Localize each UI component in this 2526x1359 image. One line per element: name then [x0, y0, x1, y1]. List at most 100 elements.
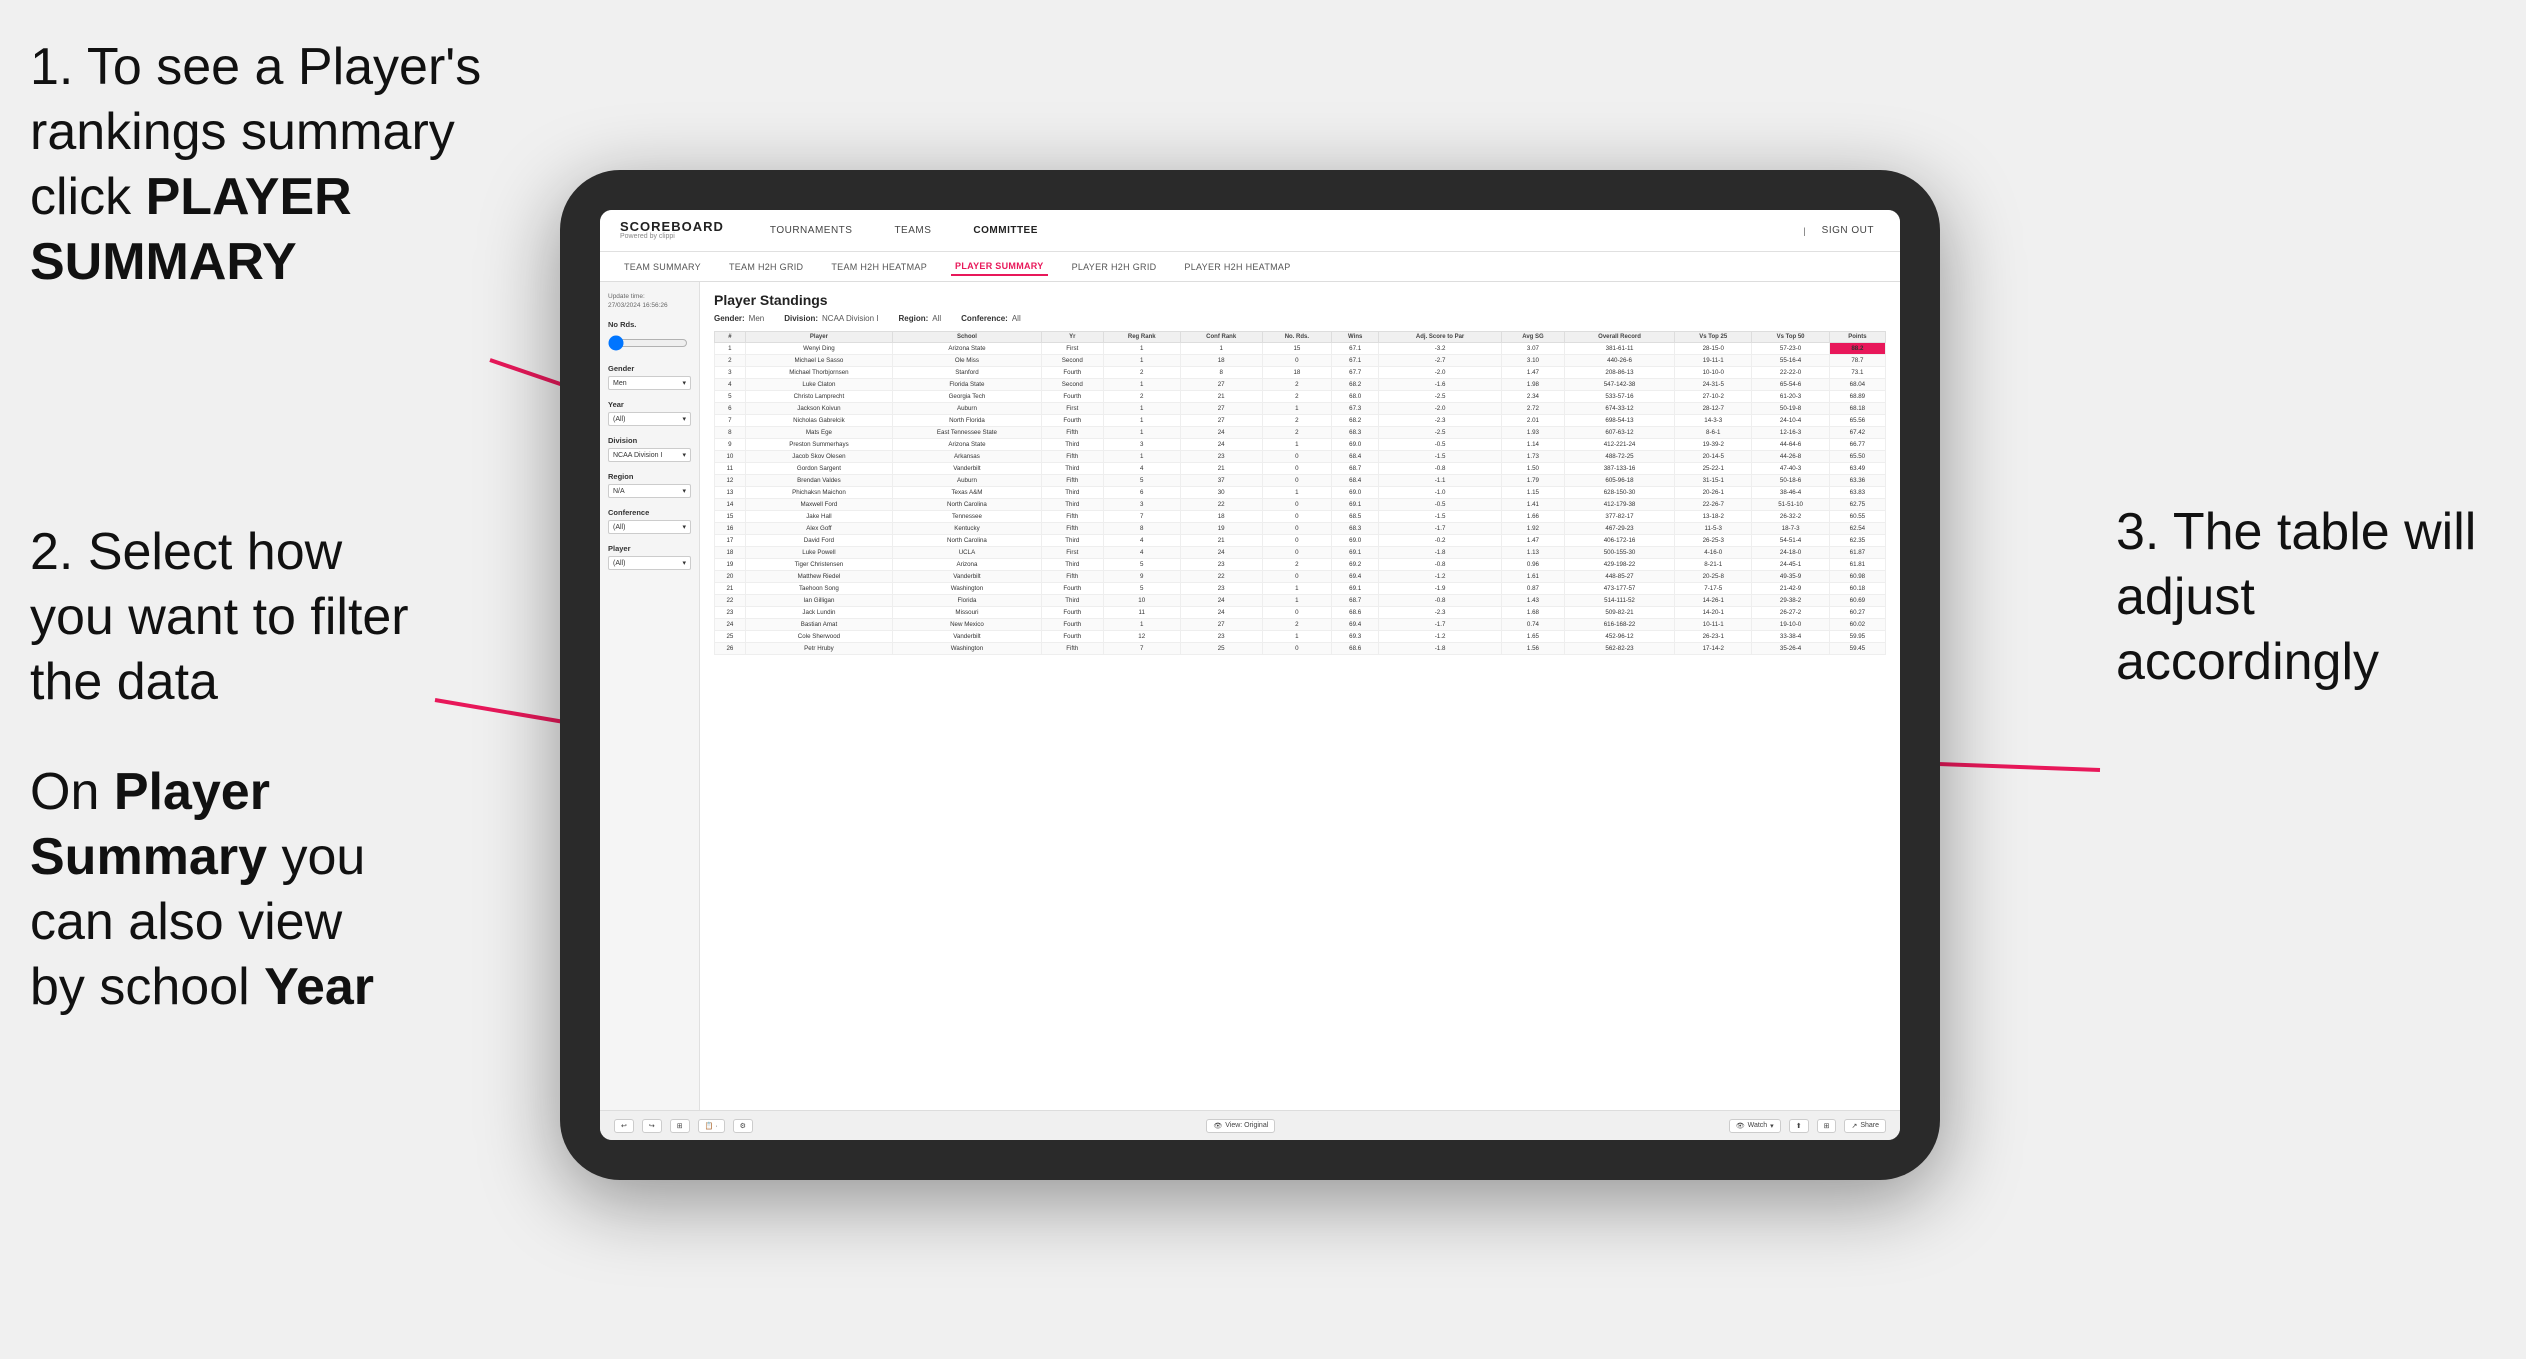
- filter-conference: Conference: All: [961, 314, 1021, 323]
- instruction-step2: 2. Select how you want to filter the dat…: [30, 520, 410, 715]
- toolbar-right: 👁 Watch ▾ ⬆ ⊞ ↗ Share: [1729, 1119, 1886, 1133]
- division-dropdown[interactable]: NCAA Division I ▾: [608, 448, 691, 462]
- filter-division: Division: NCAA Division I: [784, 314, 878, 323]
- watch-icon: 👁: [1736, 1122, 1745, 1130]
- col-adj-score: Adj. Score to Par: [1379, 332, 1502, 343]
- nav-tournaments[interactable]: TOURNAMENTS: [764, 221, 859, 240]
- undo-button[interactable]: ↩: [614, 1119, 634, 1133]
- grid-button[interactable]: ⊞: [1817, 1119, 1837, 1133]
- tablet: SCOREBOARD Powered by clippi TOURNAMENTS…: [560, 170, 1940, 1180]
- col-rank: #: [715, 332, 746, 343]
- col-player: Player: [745, 332, 892, 343]
- conference-dropdown[interactable]: (All) ▾: [608, 520, 691, 534]
- copy-button[interactable]: ⊞: [670, 1119, 690, 1133]
- sidebar-region-section: Region N/A ▾: [608, 472, 691, 498]
- table-row: 23Jack LundinMissouriFourth1124068.6-2.3…: [715, 607, 1886, 619]
- top-nav: SCOREBOARD Powered by clippi TOURNAMENTS…: [600, 210, 1900, 252]
- sidebar-conference-section: Conference (All) ▾: [608, 508, 691, 534]
- table-row: 17David FordNorth CarolinaThird421069.0-…: [715, 535, 1886, 547]
- sidebar-player-section: Player (All) ▾: [608, 544, 691, 570]
- main-content: Update time: 27/03/2024 16:56:26 No Rds.…: [600, 282, 1900, 1110]
- nav-separator: |: [1803, 226, 1805, 236]
- sidebar-update: Update time: 27/03/2024 16:56:26: [608, 292, 691, 310]
- bottom-toolbar: ↩ ↪ ⊞ 📋 · ⚙ 👁 View: Original 👁 Watch ▾ ⬆…: [600, 1110, 1900, 1140]
- instruction-step1: 1. To see a Player's rankings summary cl…: [30, 35, 510, 295]
- gender-dropdown[interactable]: Men ▾: [608, 376, 691, 390]
- logo-text: SCOREBOARD: [620, 220, 724, 233]
- col-avg-sg: Avg SG: [1501, 332, 1564, 343]
- col-conf-rank: Conf Rank: [1180, 332, 1262, 343]
- table-row: 8Mats EgeEast Tennessee StateFifth124268…: [715, 427, 1886, 439]
- nav-right: | Sign out: [1803, 221, 1880, 240]
- table-row: 5Christo LamprechtGeorgia TechFourth2212…: [715, 391, 1886, 403]
- logo-area: SCOREBOARD Powered by clippi: [620, 220, 724, 241]
- nav-teams[interactable]: TEAMS: [888, 221, 937, 240]
- table-area: Player Standings Gender: Men Division: N…: [700, 282, 1900, 1110]
- region-dropdown[interactable]: N/A ▾: [608, 484, 691, 498]
- instruction-step3: 3. The table will adjust accordingly: [2116, 500, 2496, 695]
- table-row: 22Ian GilliganFloridaThird1024168.7-0.81…: [715, 595, 1886, 607]
- col-yr: Yr: [1041, 332, 1103, 343]
- table-row: 21Taehoon SongWashingtonFourth523169.1-1…: [715, 583, 1886, 595]
- table-row: 4Luke ClatonFlorida StateSecond127268.2-…: [715, 379, 1886, 391]
- chevron-down-icon-div: ▾: [682, 451, 686, 459]
- toolbar-center: 👁 View: Original: [1206, 1119, 1275, 1133]
- subnav-player-summary[interactable]: PLAYER SUMMARY: [951, 258, 1048, 276]
- col-points: Points: [1829, 332, 1885, 343]
- paste-button[interactable]: 📋 ·: [698, 1119, 725, 1133]
- redo-button[interactable]: ↪: [642, 1119, 662, 1133]
- settings-button[interactable]: ⚙: [733, 1119, 753, 1133]
- table-header-row: # Player School Yr Reg Rank Conf Rank No…: [715, 332, 1886, 343]
- nav-committee[interactable]: COMMITTEE: [967, 221, 1044, 240]
- col-wins: Wins: [1332, 332, 1379, 343]
- table-row: 9Preston SummerhaysArizona StateThird324…: [715, 439, 1886, 451]
- table-row: 6Jackson KoivunAuburnFirst127167.3-2.02.…: [715, 403, 1886, 415]
- subnav-player-h2h-grid[interactable]: PLAYER H2H GRID: [1068, 259, 1161, 275]
- col-reg-rank: Reg Rank: [1103, 332, 1180, 343]
- table-row: 1Wenyi DingArizona StateFirst111567.1-3.…: [715, 343, 1886, 355]
- chevron-down-icon-conf: ▾: [682, 523, 686, 531]
- toolbar-left: ↩ ↪ ⊞ 📋 · ⚙: [614, 1119, 753, 1133]
- subnav-team-summary[interactable]: TEAM SUMMARY: [620, 259, 705, 275]
- sub-nav: TEAM SUMMARY TEAM H2H GRID TEAM H2H HEAT…: [600, 252, 1900, 282]
- table-row: 19Tiger ChristensenArizonaThird523269.2-…: [715, 559, 1886, 571]
- table-title: Player Standings: [714, 292, 1886, 308]
- chevron-down-icon-player: ▾: [682, 559, 686, 567]
- col-school: School: [893, 332, 1042, 343]
- filter-row: Gender: Men Division: NCAA Division I Re…: [714, 314, 1886, 323]
- share-button[interactable]: ↗ Share: [1844, 1119, 1886, 1133]
- view-original-button[interactable]: 👁 View: Original: [1206, 1119, 1275, 1133]
- table-row: 7Nicholas GabrelcikNorth FloridaFourth12…: [715, 415, 1886, 427]
- table-row: 26Petr HrubyWashingtonFifth725068.6-1.81…: [715, 643, 1886, 655]
- sidebar-no-rds: No Rds.: [608, 320, 691, 354]
- year-dropdown[interactable]: (All) ▾: [608, 412, 691, 426]
- table-row: 3Michael ThorbjornsenStanfordFourth28186…: [715, 367, 1886, 379]
- player-dropdown[interactable]: (All) ▾: [608, 556, 691, 570]
- col-no-rds: No. Rds.: [1262, 332, 1331, 343]
- chevron-down-icon-year: ▾: [682, 415, 686, 423]
- subnav-player-h2h-heatmap[interactable]: PLAYER H2H HEATMAP: [1180, 259, 1294, 275]
- tablet-screen: SCOREBOARD Powered by clippi TOURNAMENTS…: [600, 210, 1900, 1140]
- table-row: 18Luke PowellUCLAFirst424069.1-1.81.1350…: [715, 547, 1886, 559]
- nav-signout[interactable]: Sign out: [1816, 221, 1880, 240]
- watch-button[interactable]: 👁 Watch ▾: [1729, 1119, 1781, 1133]
- table-row: 24Bastian AmatNew MexicoFourth127269.4-1…: [715, 619, 1886, 631]
- col-overall: Overall Record: [1564, 332, 1674, 343]
- share-icon: ↗: [1851, 1122, 1857, 1130]
- sidebar: Update time: 27/03/2024 16:56:26 No Rds.…: [600, 282, 700, 1110]
- col-vs-top50: Vs Top 50: [1752, 332, 1829, 343]
- view-icon: 👁: [1213, 1122, 1222, 1130]
- export-button[interactable]: ⬆: [1789, 1119, 1809, 1133]
- subnav-team-h2h-heatmap[interactable]: TEAM H2H HEATMAP: [827, 259, 931, 275]
- filter-region: Region: All: [898, 314, 941, 323]
- filter-gender: Gender: Men: [714, 314, 764, 323]
- table-row: 12Brendan ValdesAuburnFifth537068.4-1.11…: [715, 475, 1886, 487]
- table-row: 25Cole SherwoodVanderbiltFourth1223169.3…: [715, 631, 1886, 643]
- sidebar-gender-section: Gender Men ▾: [608, 364, 691, 390]
- subnav-team-h2h-grid[interactable]: TEAM H2H GRID: [725, 259, 807, 275]
- chevron-down-icon: ▾: [682, 379, 686, 387]
- instruction-on: On Player Summary you can also view by s…: [30, 760, 410, 1020]
- no-rds-slider[interactable]: [608, 335, 688, 351]
- table-row: 10Jacob Skov OlesenArkansasFifth123068.4…: [715, 451, 1886, 463]
- sidebar-division-section: Division NCAA Division I ▾: [608, 436, 691, 462]
